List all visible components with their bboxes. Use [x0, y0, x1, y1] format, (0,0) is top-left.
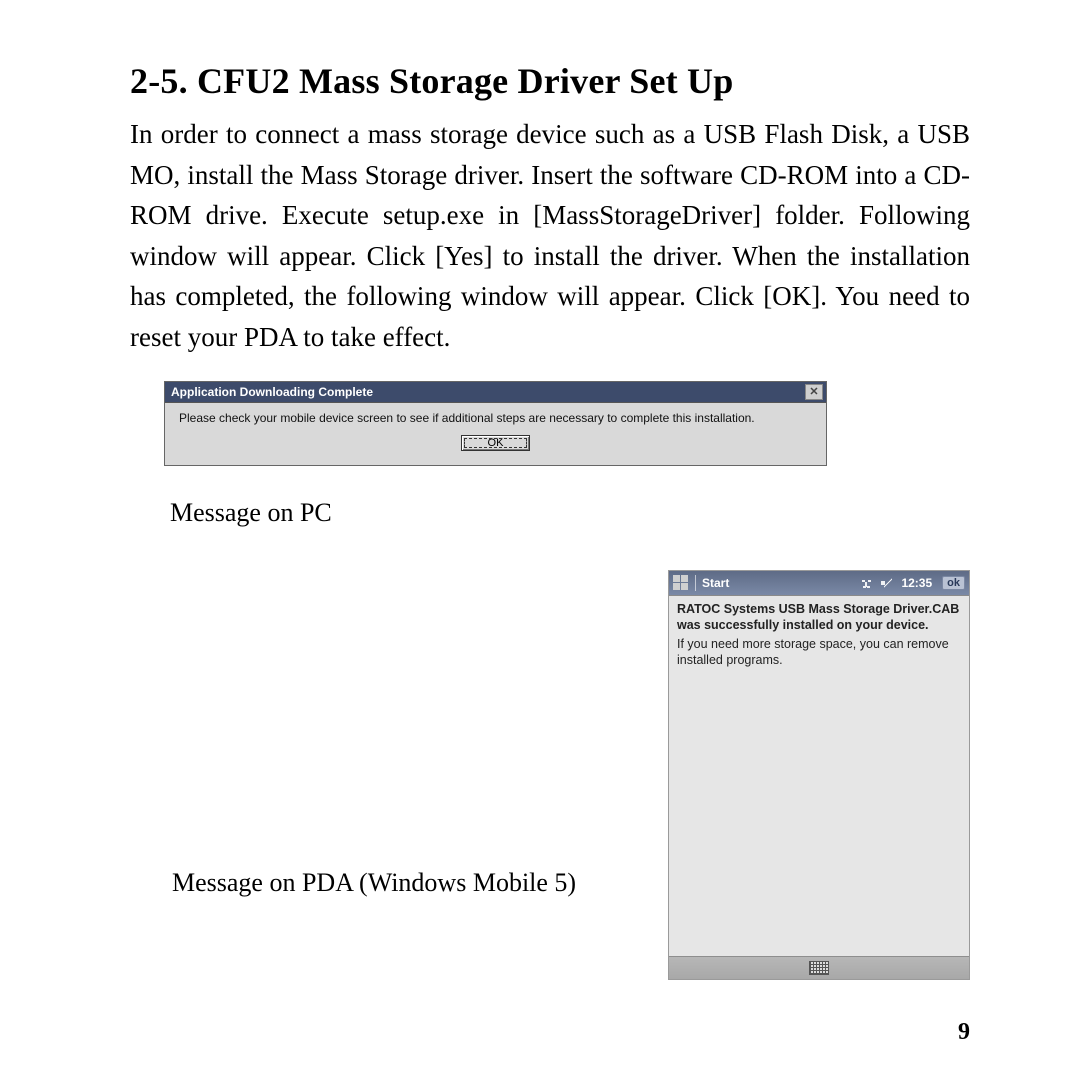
pc-dialog-title: Application Downloading Complete	[171, 385, 805, 399]
caption-message-on-pc: Message on PC	[170, 498, 970, 528]
taskbar-divider	[695, 575, 696, 591]
pda-input-bar	[669, 956, 969, 979]
clock-time: 12:35	[901, 576, 932, 590]
section-heading: 2-5. CFU2 Mass Storage Driver Set Up	[130, 60, 970, 102]
page-number: 9	[958, 1019, 970, 1046]
start-label[interactable]: Start	[702, 576, 729, 590]
caption-message-on-pda: Message on PDA (Windows Mobile 5)	[172, 868, 576, 898]
ok-softkey[interactable]: ok	[942, 576, 965, 590]
pc-dialog-buttons: OK	[165, 431, 826, 465]
ok-button[interactable]: OK	[461, 435, 531, 451]
volume-icon[interactable]	[881, 577, 895, 589]
pda-install-success: RATOC Systems USB Mass Storage Driver.CA…	[677, 602, 961, 633]
pc-dialog-titlebar: Application Downloading Complete ✕	[165, 382, 826, 403]
pda-screenshot: Start 12:35 ok RATOC Systems USB Mass St…	[668, 570, 970, 980]
pda-content: RATOC Systems USB Mass Storage Driver.CA…	[669, 596, 969, 677]
close-icon[interactable]: ✕	[805, 384, 823, 400]
pc-dialog: Application Downloading Complete ✕ Pleas…	[164, 381, 827, 466]
pda-taskbar: Start 12:35 ok	[669, 571, 969, 596]
keyboard-icon[interactable]	[809, 961, 829, 975]
windows-flag-icon	[673, 575, 689, 591]
pda-storage-hint: If you need more storage space, you can …	[677, 637, 961, 668]
connectivity-icon[interactable]	[861, 577, 875, 589]
body-paragraph: In order to connect a mass storage devic…	[130, 114, 970, 357]
pc-dialog-message: Please check your mobile device screen t…	[165, 403, 826, 431]
